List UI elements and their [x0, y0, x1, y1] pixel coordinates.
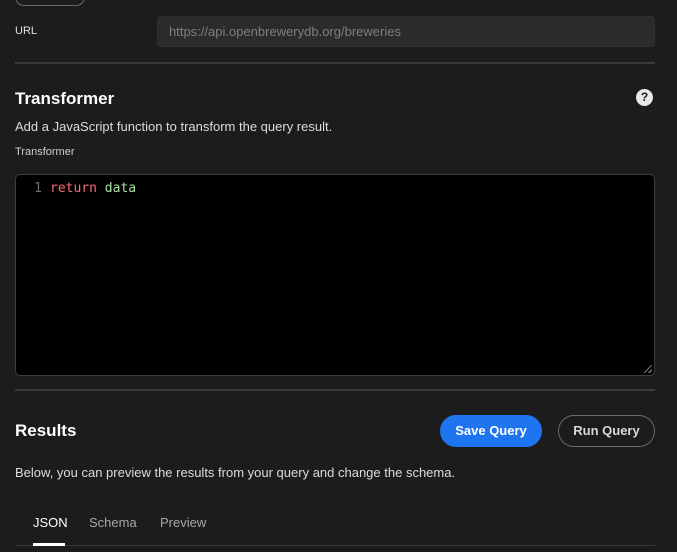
tab-preview[interactable]: Preview: [160, 515, 206, 530]
tabs-border: [15, 545, 655, 546]
resize-handle-icon[interactable]: [644, 365, 652, 373]
active-tab-indicator: [33, 543, 65, 546]
results-tabs: JSON Schema Preview: [15, 505, 655, 547]
transformer-code-editor[interactable]: 1 return data: [15, 174, 655, 376]
section-divider: [15, 62, 655, 64]
line-number: 1: [34, 181, 42, 196]
url-label: URL: [15, 25, 38, 37]
previous-section-button[interactable]: [15, 0, 85, 6]
help-icon[interactable]: ?: [636, 89, 653, 106]
code-identifier: data: [104, 181, 137, 196]
transformer-title: Transformer: [15, 89, 115, 108]
transformer-field-label: Transformer: [15, 146, 75, 158]
code-keyword: return: [50, 181, 97, 196]
url-input[interactable]: [157, 16, 655, 47]
code-line: 1 return data: [16, 181, 136, 196]
save-query-button[interactable]: Save Query: [440, 415, 542, 447]
tab-json[interactable]: JSON: [33, 515, 68, 530]
section-divider: [15, 389, 655, 391]
tab-schema[interactable]: Schema: [89, 515, 137, 530]
results-title: Results: [15, 421, 77, 440]
run-query-button[interactable]: Run Query: [558, 415, 655, 447]
results-description: Below, you can preview the results from …: [15, 465, 456, 480]
transformer-description: Add a JavaScript function to transform t…: [15, 119, 333, 134]
